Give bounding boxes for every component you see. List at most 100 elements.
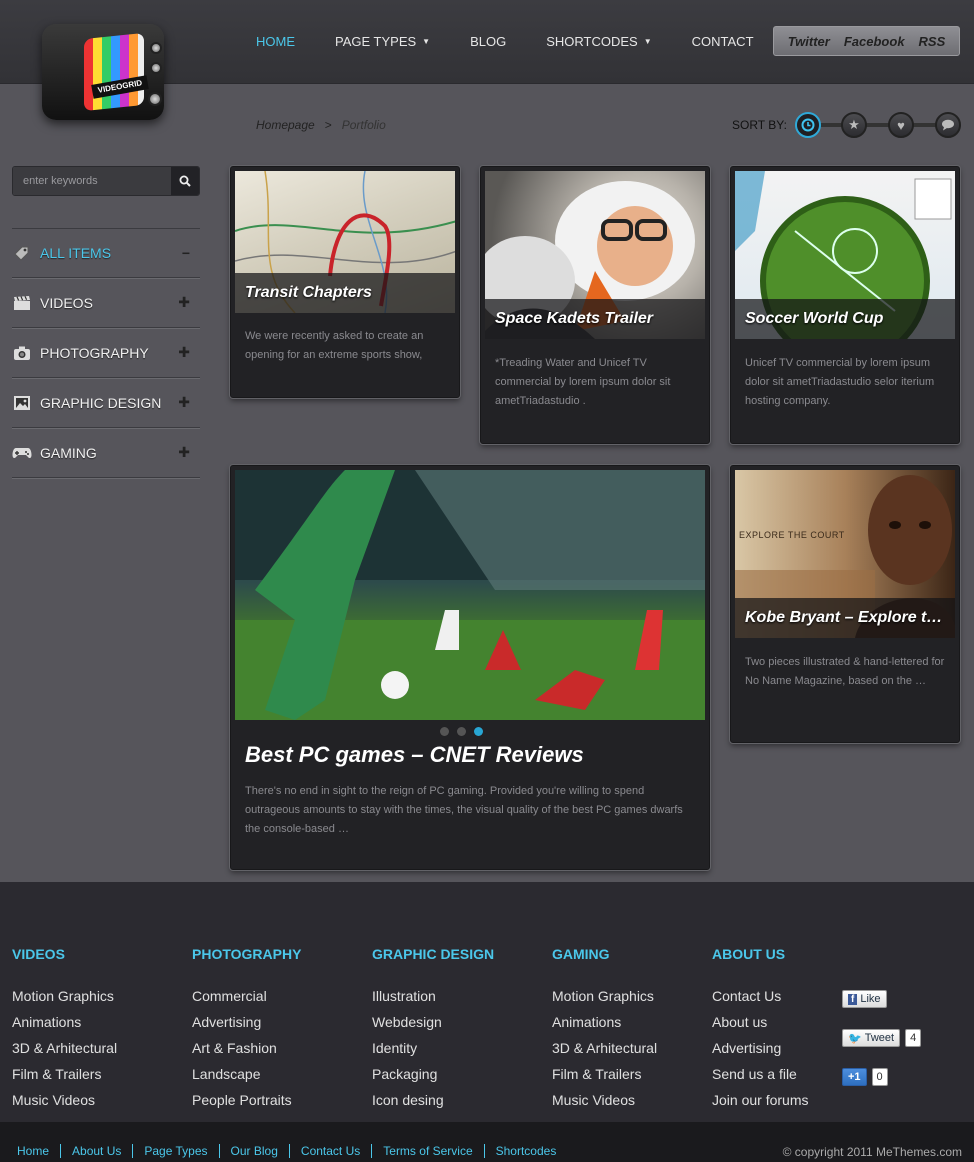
tweet-count: 4 bbox=[905, 1029, 922, 1047]
bottom-link-home[interactable]: Home bbox=[6, 1144, 62, 1158]
expand-icon[interactable]: ✚ bbox=[178, 344, 190, 361]
sort-by-rating-button[interactable]: ★ bbox=[840, 112, 867, 138]
card-title[interactable]: Soccer World Cup bbox=[735, 299, 955, 339]
nav-home[interactable]: HOME bbox=[256, 34, 295, 49]
footer-column-graphic-design: GRAPHIC DESIGN Illustration Webdesign Id… bbox=[372, 946, 494, 1118]
portfolio-card[interactable]: Soccer World Cup Unicef TV commercial by… bbox=[730, 166, 960, 444]
twitter-link[interactable]: Twitter bbox=[788, 34, 830, 49]
nav-blog[interactable]: BLOG bbox=[470, 34, 506, 49]
slider-dot-active[interactable] bbox=[474, 727, 483, 736]
sort-by-date-button[interactable] bbox=[794, 112, 821, 138]
card-title[interactable]: Space Kadets Trailer bbox=[485, 299, 705, 339]
footer-link[interactable]: Art & Fashion bbox=[192, 1040, 301, 1066]
footer-link[interactable]: Motion Graphics bbox=[552, 988, 657, 1014]
portfolio-card[interactable]: Space Kadets Trailer *Treading Water and… bbox=[480, 166, 710, 444]
gamepad-icon bbox=[12, 445, 32, 461]
collapse-icon[interactable]: − bbox=[182, 245, 190, 261]
footer-link[interactable]: Film & Trailers bbox=[552, 1066, 657, 1092]
footer-link[interactable]: Advertising bbox=[712, 1040, 808, 1066]
card-thumbnail[interactable]: Space Kadets Trailer bbox=[485, 171, 705, 339]
breadcrumb-home[interactable]: Homepage bbox=[256, 118, 315, 132]
like-label: Like bbox=[860, 993, 881, 1005]
footer-link[interactable]: About us bbox=[712, 1014, 808, 1040]
knob-icon bbox=[150, 42, 162, 54]
card-title[interactable]: Transit Chapters bbox=[235, 273, 455, 313]
footer-link[interactable]: Send us a file bbox=[712, 1066, 808, 1092]
expand-icon[interactable]: ✚ bbox=[178, 444, 190, 461]
footer-column-gaming: GAMING Motion Graphics Animations 3D & A… bbox=[552, 946, 657, 1118]
bottom-link-blog[interactable]: Our Blog bbox=[220, 1144, 290, 1158]
portfolio-card[interactable]: EXPLORE THE COURT Kobe Bryant – Explore … bbox=[730, 465, 960, 743]
category-gaming[interactable]: GAMING ✚ bbox=[12, 428, 200, 478]
expand-icon[interactable]: ✚ bbox=[178, 394, 190, 411]
caret-down-icon: ▼ bbox=[422, 37, 431, 46]
sort-track: ★ ♥ bbox=[794, 110, 961, 140]
search-button[interactable] bbox=[171, 167, 199, 195]
site-logo[interactable]: VIDEOGRID bbox=[38, 20, 170, 128]
category-all-items[interactable]: ALL ITEMS − bbox=[12, 228, 200, 278]
slider-dot[interactable] bbox=[440, 727, 449, 736]
card-thumbnail[interactable]: EXPLORE THE COURT Kobe Bryant – Explore … bbox=[735, 470, 955, 638]
footer-link[interactable]: Advertising bbox=[192, 1014, 301, 1040]
breadcrumb: Homepage > Portfolio bbox=[256, 118, 386, 132]
footer-link[interactable]: Contact Us bbox=[712, 988, 808, 1014]
bottom-link-shortcodes[interactable]: Shortcodes bbox=[485, 1144, 568, 1158]
footer-link[interactable]: Animations bbox=[12, 1014, 117, 1040]
category-graphic-design[interactable]: GRAPHIC DESIGN ✚ bbox=[12, 378, 200, 428]
tweet-button[interactable]: 🐦 Tweet bbox=[842, 1029, 901, 1047]
image-caption: EXPLORE THE COURT bbox=[739, 530, 845, 540]
footer-link[interactable]: Film & Trailers bbox=[12, 1066, 117, 1092]
footer-link[interactable]: Commercial bbox=[192, 988, 301, 1014]
footer-link[interactable]: Animations bbox=[552, 1014, 657, 1040]
bottom-links: Home About Us Page Types Our Blog Contac… bbox=[6, 1144, 567, 1158]
footer-link[interactable]: 3D & Arhitectural bbox=[12, 1040, 117, 1066]
star-icon: ★ bbox=[848, 117, 860, 132]
sort-label: SORT BY: bbox=[732, 118, 787, 132]
featured-title[interactable]: Best PC games – CNET Reviews bbox=[245, 742, 584, 768]
footer-link[interactable]: Illustration bbox=[372, 988, 494, 1014]
bottom-link-contact[interactable]: Contact Us bbox=[290, 1144, 373, 1158]
category-photography[interactable]: PHOTOGRAPHY ✚ bbox=[12, 328, 200, 378]
featured-card[interactable]: Best PC games – CNET Reviews There's no … bbox=[230, 465, 710, 870]
soccer-game-image bbox=[235, 470, 705, 720]
nav-contact[interactable]: CONTACT bbox=[692, 34, 754, 49]
footer-link[interactable]: People Portraits bbox=[192, 1092, 301, 1118]
knob-icon bbox=[150, 62, 162, 74]
expand-icon[interactable]: ✚ bbox=[178, 294, 190, 311]
plusone-count: 0 bbox=[871, 1068, 888, 1086]
sort-by-comments-button[interactable] bbox=[934, 112, 961, 138]
facebook-like-button[interactable]: f Like bbox=[842, 990, 887, 1008]
portfolio-card[interactable]: Transit Chapters We were recently asked … bbox=[230, 166, 460, 398]
category-videos[interactable]: VIDEOS ✚ bbox=[12, 278, 200, 328]
search-input[interactable] bbox=[13, 167, 171, 195]
clapperboard-icon bbox=[12, 295, 32, 311]
footer-link[interactable]: Join our forums bbox=[712, 1092, 808, 1118]
footer-link[interactable]: Music Videos bbox=[12, 1092, 117, 1118]
slider-dot[interactable] bbox=[457, 727, 466, 736]
footer-link[interactable]: 3D & Arhitectural bbox=[552, 1040, 657, 1066]
slider-image[interactable] bbox=[235, 470, 705, 720]
card-title[interactable]: Kobe Bryant – Explore the court bbox=[735, 598, 955, 638]
search-icon bbox=[179, 175, 191, 187]
facebook-link[interactable]: Facebook bbox=[844, 34, 905, 49]
footer-link[interactable]: Icon desing bbox=[372, 1092, 494, 1118]
card-description: There's no end in sight to the reign of … bbox=[245, 785, 683, 835]
footer-link[interactable]: Motion Graphics bbox=[12, 988, 117, 1014]
footer-link[interactable]: Packaging bbox=[372, 1066, 494, 1092]
tweet-label: Tweet bbox=[864, 1032, 895, 1044]
bottom-link-about[interactable]: About Us bbox=[61, 1144, 134, 1158]
bottom-link-page-types[interactable]: Page Types bbox=[133, 1144, 220, 1158]
footer-link[interactable]: Music Videos bbox=[552, 1092, 657, 1118]
footer-link[interactable]: Webdesign bbox=[372, 1014, 494, 1040]
rss-link[interactable]: RSS bbox=[919, 34, 946, 49]
footer-link[interactable]: Identity bbox=[372, 1040, 494, 1066]
nav-shortcodes[interactable]: SHORTCODES ▼ bbox=[546, 34, 651, 49]
nav-page-types[interactable]: PAGE TYPES ▼ bbox=[335, 34, 430, 49]
card-thumbnail[interactable]: Soccer World Cup bbox=[735, 171, 955, 339]
card-description: Unicef TV commercial by lorem ipsum dolo… bbox=[745, 357, 935, 407]
card-thumbnail[interactable]: Transit Chapters bbox=[235, 171, 455, 313]
sort-by-likes-button[interactable]: ♥ bbox=[887, 112, 914, 138]
bottom-link-terms[interactable]: Terms of Service bbox=[372, 1144, 485, 1158]
plusone-button[interactable]: +1 bbox=[842, 1068, 867, 1086]
footer-link[interactable]: Landscape bbox=[192, 1066, 301, 1092]
